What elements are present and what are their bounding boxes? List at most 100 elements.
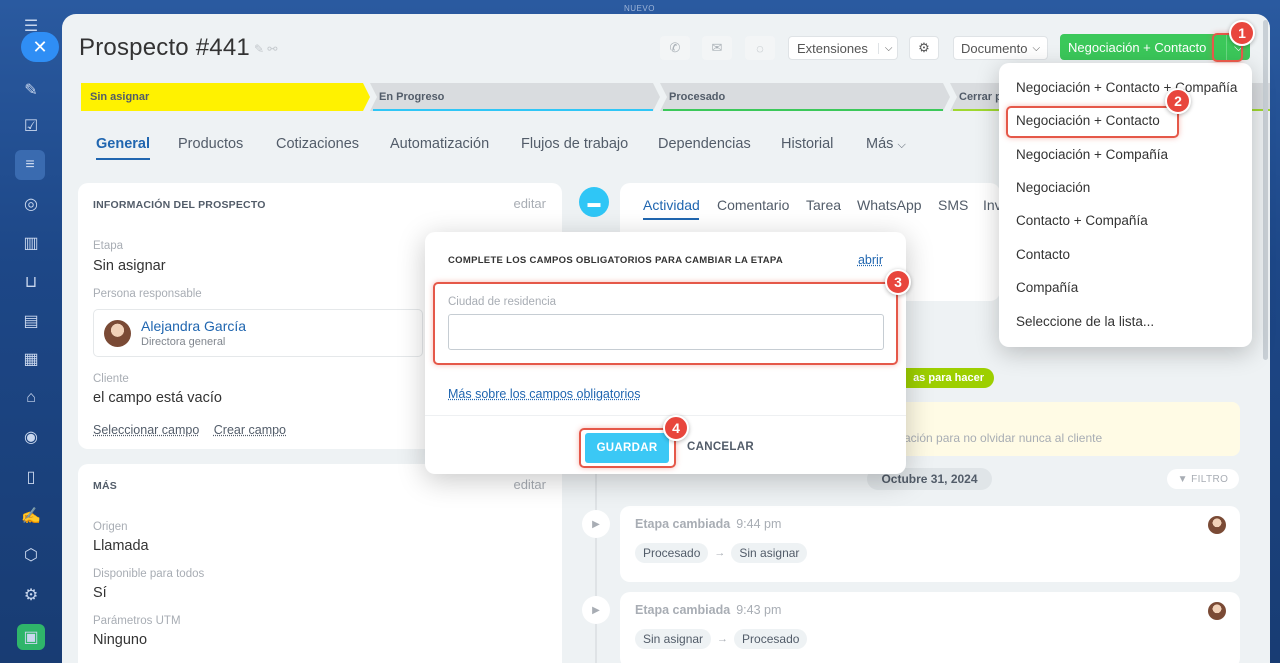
avatar[interactable]: [1208, 602, 1226, 620]
close-button[interactable]: ✕: [21, 32, 59, 62]
timeline-event: Etapa cambiada 9:43 pm Sin asignar → Proces…: [620, 592, 1240, 663]
tab-flujos[interactable]: Flujos de trabajo: [521, 136, 628, 152]
create-field-link[interactable]: Crear campo: [214, 423, 286, 437]
box-icon[interactable]: ⬡: [19, 543, 43, 567]
tab-mas-label: Más: [866, 136, 894, 152]
menu-item-negociacion-contacto-compania[interactable]: Negociación + Contacto + Compañía: [1016, 80, 1237, 95]
highlight-save-button: [579, 428, 676, 468]
mail-icon[interactable]: ✉: [702, 36, 732, 60]
event-icon: ▶: [582, 510, 610, 538]
more-edit-link[interactable]: editar: [513, 477, 546, 492]
cancel-button[interactable]: CANCELAR: [687, 441, 754, 453]
target-icon[interactable]: ◉: [19, 425, 43, 449]
scrollbar[interactable]: [1263, 20, 1268, 360]
menu-item-contacto[interactable]: Contacto: [1016, 247, 1070, 262]
responsible-box[interactable]: Alejandra García Directora general: [93, 309, 423, 357]
step-marker-2: 2: [1165, 88, 1191, 114]
activity-tab-underline: [643, 218, 699, 220]
stage-label: Etapa: [93, 240, 124, 252]
calendar-icon[interactable]: ▦: [19, 347, 43, 371]
document-label: Documento: [960, 40, 1028, 56]
stage-en-progreso[interactable]: En Progreso: [370, 83, 653, 111]
event-icon: ▶: [582, 596, 610, 624]
utm-value: Ninguno: [93, 632, 148, 648]
edit-title-icons[interactable]: ✎ ⚯: [254, 42, 277, 56]
todo-hint: ación para no olvidar nunca al cliente: [904, 431, 1103, 445]
tab-automatizacion[interactable]: Automatización: [390, 136, 489, 152]
event-title-text: Etapa cambiada: [635, 603, 731, 617]
sign-icon[interactable]: ✍: [19, 504, 43, 528]
analytics-icon[interactable]: ▥: [19, 231, 43, 255]
document-button[interactable]: Documento ⌵: [953, 36, 1048, 60]
utm-label: Parámetros UTM: [93, 615, 181, 627]
arrow-right-icon: →: [717, 633, 729, 645]
activity-tab-tarea[interactable]: Tarea: [806, 197, 841, 213]
responsible-label: Persona responsable: [93, 288, 202, 300]
step-marker-1: 1: [1229, 20, 1255, 46]
comment-bubble-icon: ▬: [579, 187, 609, 217]
stage-sin-asignar[interactable]: Sin asignar: [81, 83, 363, 111]
document-icon[interactable]: ▯: [19, 465, 43, 489]
activity-tab-actividad[interactable]: Actividad: [643, 197, 700, 213]
settings-icon[interactable]: ⚙: [19, 583, 43, 607]
checklist-icon[interactable]: ☑: [19, 114, 43, 138]
menu-item-seleccione[interactable]: Seleccione de la lista...: [1016, 314, 1154, 329]
client-label: Cliente: [93, 373, 129, 385]
info-edit-link[interactable]: editar: [513, 196, 546, 211]
tab-productos[interactable]: Productos: [178, 136, 243, 152]
tasks-icon[interactable]: ✎: [19, 78, 43, 102]
activity-tab-whatsapp[interactable]: WhatsApp: [857, 197, 922, 213]
event-title: Etapa cambiada 9:43 pm: [635, 603, 781, 617]
extensions-button[interactable]: Extensiones ⌵: [788, 36, 898, 60]
building-icon[interactable]: ⌂: [19, 386, 43, 410]
convert-label: Negociación + Contacto: [1068, 39, 1207, 55]
stage-procesado[interactable]: Procesado: [660, 83, 943, 111]
activity-tab-sms[interactable]: SMS: [938, 197, 968, 213]
info-card-heading: INFORMACIÓN DEL PROSPECTO: [93, 199, 266, 211]
menu-item-contacto-compania[interactable]: Contacto + Compañía: [1016, 213, 1148, 228]
event-title: Etapa cambiada 9:44 pm: [635, 517, 781, 531]
menu-item-negociacion[interactable]: Negociación: [1016, 180, 1090, 195]
cart-icon[interactable]: ⊔: [19, 270, 43, 294]
source-label: Origen: [93, 521, 128, 533]
top-label: NUEVO: [624, 4, 655, 13]
crm-icon[interactable]: ≡: [15, 150, 45, 180]
chevron-down-icon: ⌵: [877, 42, 892, 54]
extensions-label: Extensiones: [797, 40, 868, 56]
left-sidebar: ☰ ✕ ✎ ☑ ≡ ◎ ▥ ⊔ ▤ ▦ ⌂ ◉ ▯ ✍ ⬡ ⚙ ▣: [0, 0, 62, 663]
tab-historial[interactable]: Historial: [781, 136, 833, 152]
filter-button[interactable]: ▼ FILTRO: [1167, 469, 1239, 489]
open-link[interactable]: abrir: [858, 253, 883, 267]
divider: [425, 415, 906, 416]
menu-item-compania[interactable]: Compañía: [1016, 280, 1078, 295]
event-from-chip: Sin asignar: [635, 629, 712, 649]
chat-icon[interactable]: ◌: [745, 36, 775, 60]
messages-icon[interactable]: ▤: [19, 309, 43, 333]
more-card-heading: MÁS: [93, 480, 117, 492]
event-stage-change: Procesado → Sin asignar: [635, 543, 808, 563]
app-icon[interactable]: ▣: [17, 624, 45, 650]
avatar: [104, 320, 131, 347]
responsible-name[interactable]: Alejandra García: [141, 318, 246, 334]
activity-tab-comentario[interactable]: Comentario: [717, 197, 789, 213]
more-info-link[interactable]: Más sobre los campos obligatorios: [448, 387, 640, 401]
select-field-link[interactable]: Seleccionar campo: [93, 423, 199, 437]
tab-mas[interactable]: Más ⌵: [866, 136, 906, 152]
source-value: Llamada: [93, 538, 149, 554]
more-card: MÁS editar Origen Llamada Disponible par…: [78, 464, 562, 663]
popup-title: COMPLETE LOS CAMPOS OBLIGATORIOS PARA CA…: [448, 255, 783, 266]
avatar[interactable]: [1208, 516, 1226, 534]
phone-icon[interactable]: ✆: [660, 36, 690, 60]
responsible-role: Directora general: [141, 336, 226, 348]
todo-badge-label: as para hacer: [913, 372, 984, 384]
robot-icon[interactable]: ◎: [19, 192, 43, 216]
event-to-chip: Sin asignar: [731, 543, 808, 563]
tab-general[interactable]: General: [96, 136, 150, 160]
gear-icon[interactable]: ⚙: [909, 36, 939, 60]
page-title: Prospecto #441: [79, 34, 250, 61]
step-marker-3: 3: [885, 269, 911, 295]
menu-item-negociacion-compania[interactable]: Negociación + Compañía: [1016, 147, 1168, 162]
tab-dependencias[interactable]: Dependencias: [658, 136, 751, 152]
tab-cotizaciones[interactable]: Cotizaciones: [276, 136, 359, 152]
chevron-down-icon: ⌵: [897, 139, 906, 151]
